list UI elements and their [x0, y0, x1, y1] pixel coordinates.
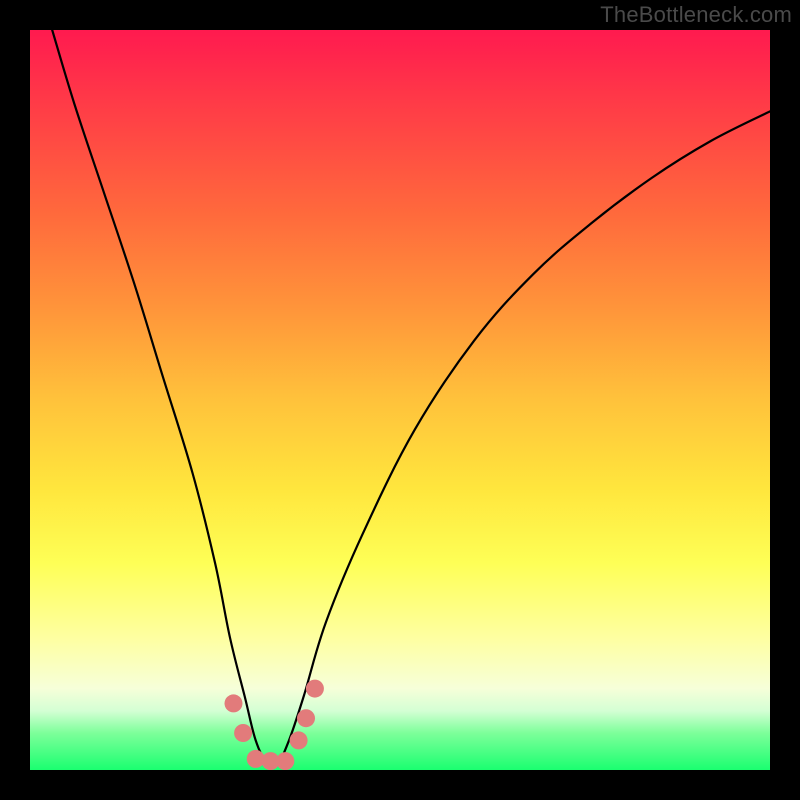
marker-dot	[276, 752, 294, 770]
marker-dot	[290, 731, 308, 749]
plot-area	[30, 30, 770, 770]
marker-dot	[297, 709, 315, 727]
marker-dot	[234, 724, 252, 742]
chart-frame: TheBottleneck.com	[0, 0, 800, 800]
bottleneck-curve	[52, 30, 770, 766]
marker-dot	[225, 694, 243, 712]
watermark-text: TheBottleneck.com	[600, 2, 792, 28]
curve-layer	[30, 30, 770, 770]
marker-group	[225, 680, 324, 770]
marker-dot	[306, 680, 324, 698]
